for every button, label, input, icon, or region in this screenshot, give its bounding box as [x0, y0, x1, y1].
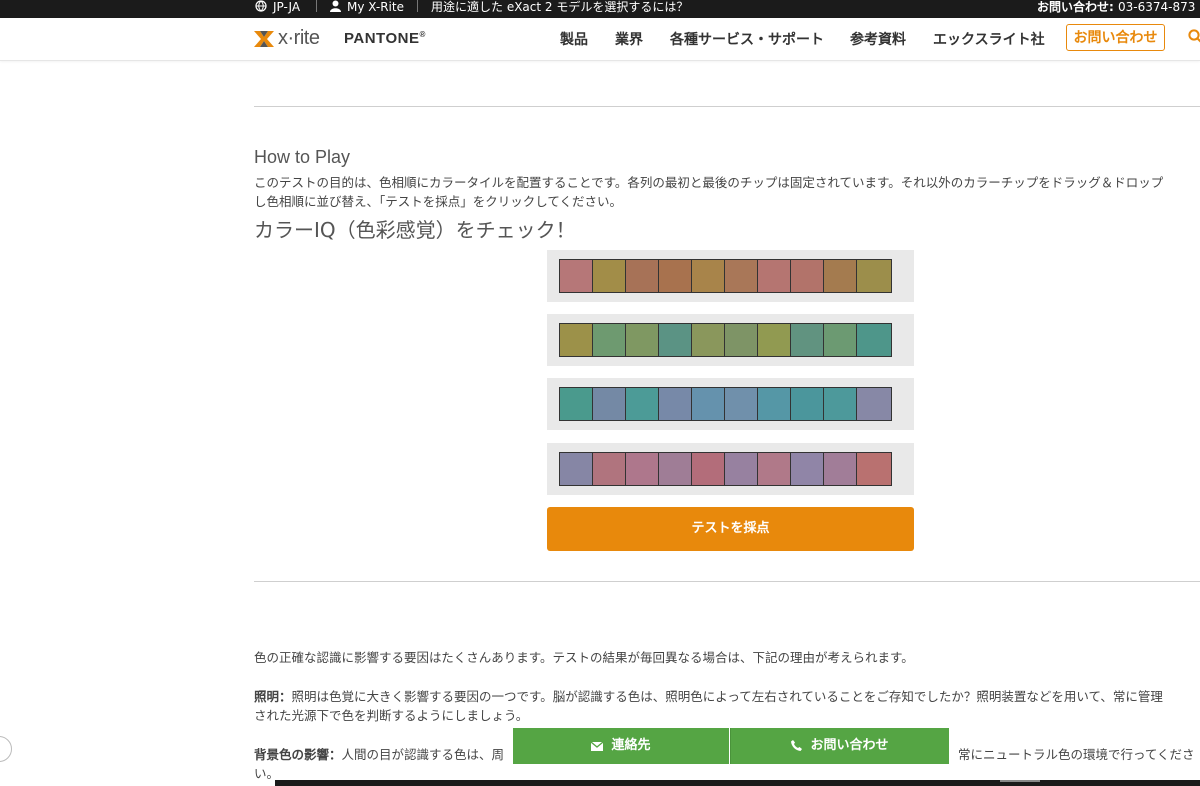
draggable-color-chip[interactable] — [725, 260, 758, 292]
top-utility-bar: JP-JA My X-Rite 用途に適した eXact 2 モデルを選択するに… — [0, 0, 1200, 18]
xrite-logo-mark-icon — [254, 31, 274, 47]
nav-industries[interactable]: 業界 — [615, 29, 643, 49]
draggable-color-chip[interactable] — [758, 260, 791, 292]
draggable-color-chip[interactable] — [593, 324, 626, 356]
draggable-color-chip[interactable] — [593, 388, 626, 420]
contact-link-button[interactable]: 連絡先 — [513, 728, 729, 764]
draggable-color-chip[interactable] — [824, 388, 857, 420]
lighting-paragraph-line-2: された光源下で色を判断するようにしましょう。 — [254, 708, 529, 723]
divider — [254, 106, 1200, 107]
draggable-color-chip[interactable] — [692, 324, 725, 356]
draggable-color-chip[interactable] — [659, 324, 692, 356]
chip-row-3 — [547, 378, 914, 430]
contact-button[interactable]: お問い合わせ — [1066, 24, 1165, 51]
inquiry-link-label: お問い合わせ — [810, 738, 889, 753]
nav-products[interactable]: 製品 — [560, 29, 588, 49]
draggable-color-chip[interactable] — [791, 260, 824, 292]
draggable-color-chip[interactable] — [692, 388, 725, 420]
fixed-color-chip — [857, 388, 891, 420]
bottom-strip — [0, 780, 1200, 786]
draggable-color-chip[interactable] — [791, 388, 824, 420]
fixed-color-chip — [857, 260, 891, 292]
color-iq-title: カラーIQ（色彩感覚）をチェック！ — [254, 218, 576, 242]
region-selector[interactable]: JP-JA — [255, 0, 300, 14]
background-paragraph-left: 背景色の影響：人間の目が認識する色は、周 — [254, 747, 505, 762]
draggable-color-chip[interactable] — [725, 453, 758, 485]
how-to-play-heading: How to Play — [254, 147, 351, 167]
draggable-color-chip[interactable] — [659, 388, 692, 420]
fixed-color-chip — [560, 260, 593, 292]
globe-icon — [255, 0, 267, 12]
main-header: x·rite PANTONE® 製品 業界 各種サービス・サポート 参考資料 エ… — [0, 18, 1200, 61]
draggable-color-chip[interactable] — [659, 453, 692, 485]
nav-resources[interactable]: 参考資料 — [850, 29, 906, 49]
search-icon[interactable] — [1188, 29, 1200, 43]
draggable-color-chip[interactable] — [758, 388, 791, 420]
score-test-button[interactable]: テストを採点 — [547, 507, 914, 551]
draggable-color-chip[interactable] — [824, 260, 857, 292]
divider — [316, 0, 317, 12]
draggable-color-chip[interactable] — [626, 453, 659, 485]
inquiry-link-button[interactable]: お問い合わせ — [730, 728, 949, 764]
contact-link-label: 連絡先 — [611, 738, 651, 753]
chip-row-2 — [547, 314, 914, 366]
instructions-line-2: し色相順に並び替え、「テストを採点」をクリックしてください。 — [254, 194, 623, 209]
account-label: My X-Rite — [347, 0, 404, 14]
divider — [254, 581, 1200, 582]
phone-label: お問い合わせ: — [1037, 0, 1114, 14]
fixed-color-chip — [857, 453, 891, 485]
draggable-color-chip[interactable] — [725, 324, 758, 356]
taskbar-strip — [275, 780, 1200, 786]
partner-name: PANTONE® — [344, 30, 426, 47]
factors-intro: 色の正確な認識に影響する要因はたくさんあります。テストの結果が毎回異なる場合は、… — [254, 650, 914, 665]
draggable-color-chip[interactable] — [824, 453, 857, 485]
nav-services-support[interactable]: 各種サービス・サポート — [670, 29, 824, 49]
side-widget-button[interactable] — [0, 736, 12, 762]
draggable-color-chip[interactable] — [593, 453, 626, 485]
lighting-paragraph-line-1: 照明：照明は色覚に大きく影響する要因の一つです。脳が認識する色は、照明色によって… — [254, 689, 1163, 704]
draggable-color-chip[interactable] — [626, 388, 659, 420]
fixed-color-chip — [560, 388, 593, 420]
draggable-color-chip[interactable] — [692, 453, 725, 485]
fixed-color-chip — [857, 324, 891, 356]
fixed-color-chip — [560, 324, 593, 356]
instructions-line-1: このテストの目的は、色相順にカラータイルを配置することです。各列の最初と最後のチ… — [254, 175, 1164, 190]
chip-row-4 — [547, 443, 914, 495]
phone-contact: お問い合わせ: 03-6374-873 — [1037, 0, 1195, 14]
draggable-color-chip[interactable] — [758, 324, 791, 356]
region-label: JP-JA — [273, 0, 301, 14]
account-link[interactable]: My X-Rite — [330, 0, 404, 14]
draggable-color-chip[interactable] — [725, 388, 758, 420]
taskbar-tab — [1000, 780, 1040, 782]
phone-number[interactable]: 03-6374-873 — [1118, 0, 1195, 14]
brand-name: x·rite — [278, 27, 320, 49]
draggable-color-chip[interactable] — [824, 324, 857, 356]
floating-contact-bar: 連絡先 お問い合わせ — [513, 728, 949, 764]
mail-icon — [591, 742, 604, 751]
draggable-color-chip[interactable] — [791, 453, 824, 485]
draggable-color-chip[interactable] — [626, 324, 659, 356]
user-icon — [330, 0, 341, 12]
promo-link[interactable]: 用途に適した eXact 2 モデルを選択するには？ — [431, 0, 688, 14]
chip-row-1 — [547, 250, 914, 302]
lighting-label: 照明： — [254, 689, 292, 704]
draggable-color-chip[interactable] — [593, 260, 626, 292]
draggable-color-chip[interactable] — [692, 260, 725, 292]
draggable-color-chip[interactable] — [791, 324, 824, 356]
divider — [417, 0, 418, 12]
draggable-color-chip[interactable] — [626, 260, 659, 292]
fixed-color-chip — [560, 453, 593, 485]
draggable-color-chip[interactable] — [659, 260, 692, 292]
draggable-color-chip[interactable] — [758, 453, 791, 485]
background-label: 背景色の影響： — [254, 747, 342, 762]
phone-icon — [791, 740, 803, 751]
nav-company[interactable]: エックスライト社 — [933, 29, 1045, 49]
background-paragraph-right: 常にニュートラル色の環境で行ってくださ — [958, 747, 1195, 762]
